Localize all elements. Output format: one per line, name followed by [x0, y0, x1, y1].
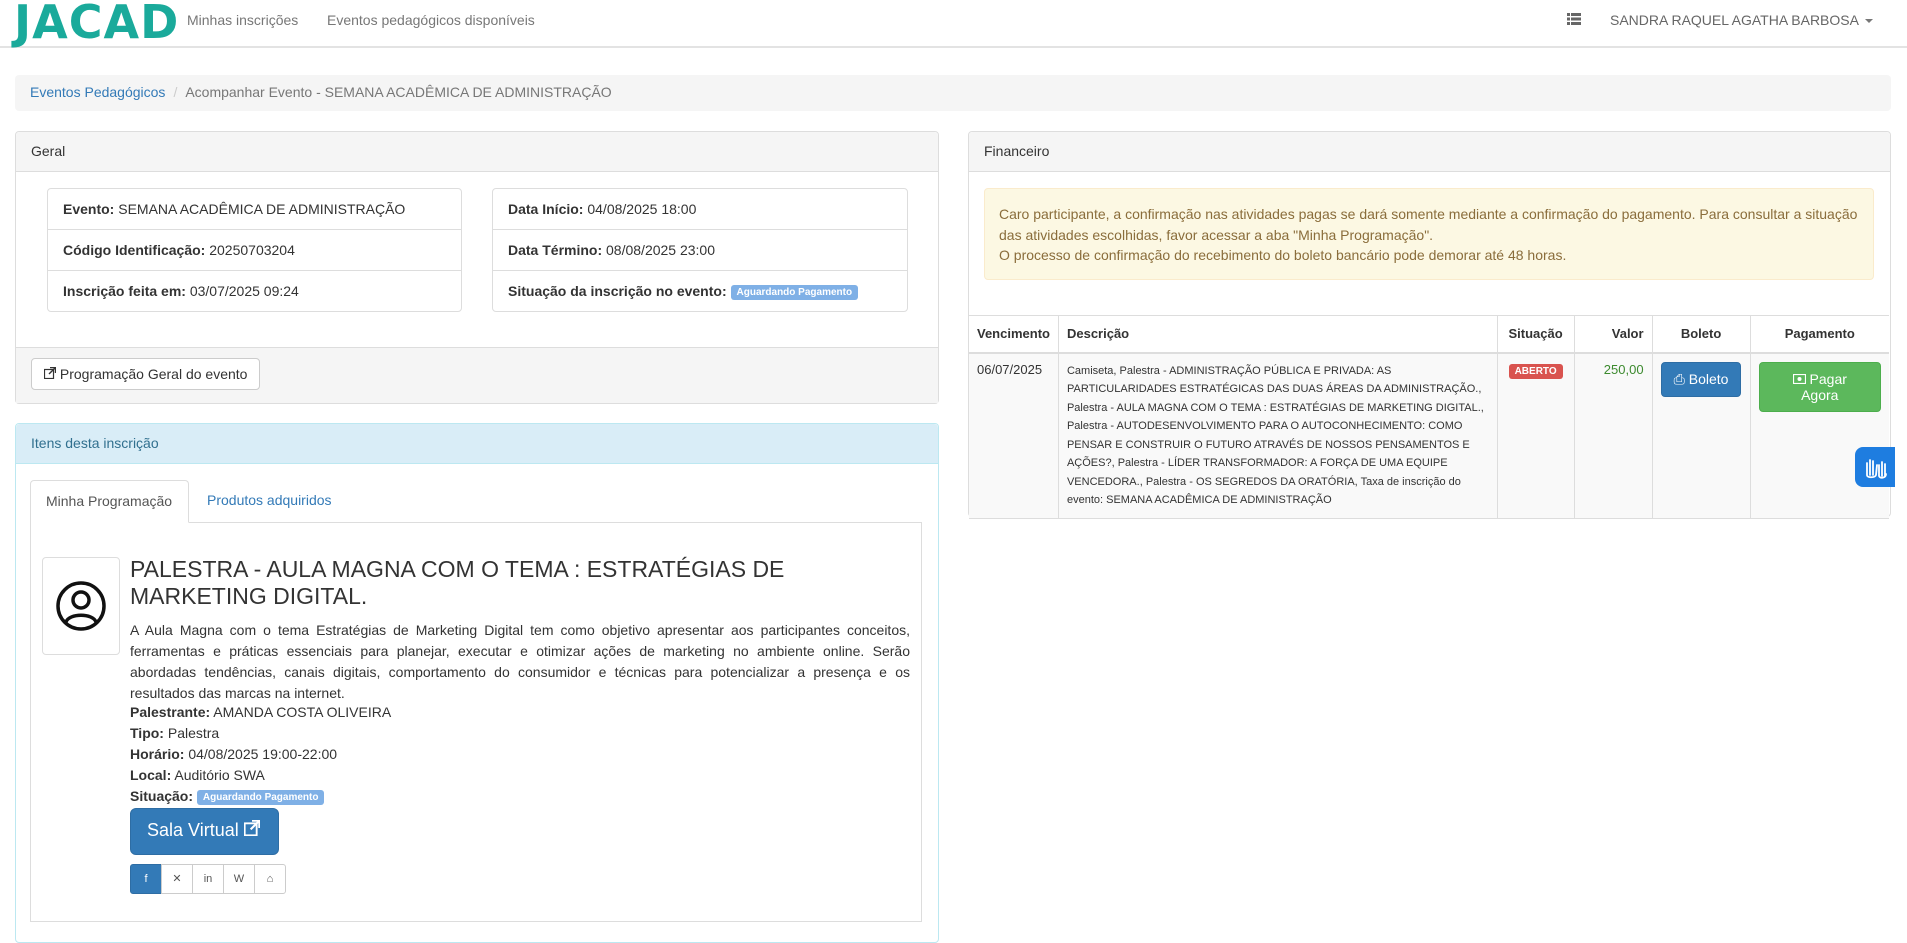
nav-minhas-inscricoes[interactable]: Minhas inscrições: [187, 12, 298, 28]
boleto-button[interactable]: ⎙ Boleto: [1660, 361, 1742, 397]
activity-schedule: Horário: 04/08/2025 19:00-22:00: [130, 746, 337, 762]
x-icon[interactable]: ✕: [161, 864, 193, 894]
registration-date-row: Inscrição feita em: 03/07/2025 09:24: [48, 271, 461, 312]
col-situacao: Situação: [1496, 315, 1575, 354]
event-name-label: Evento:: [63, 201, 115, 217]
cell-situacao: ABERTO: [1496, 352, 1575, 519]
event-info-list: Evento: SEMANA ACADÊMICA DE ADMINISTRAÇÃ…: [47, 188, 462, 312]
tab-produtos-adquiridos[interactable]: Produtos adquiridos: [192, 480, 347, 522]
type-label: Tipo:: [130, 725, 164, 741]
geral-heading: Geral: [16, 132, 938, 172]
jacad-logo[interactable]: JACAD: [14, 0, 179, 45]
col-descricao: Descrição: [1057, 315, 1498, 354]
registration-status-row: Situação da inscrição no evento: Aguarda…: [493, 271, 907, 312]
institution-icon[interactable]: ⌂: [254, 864, 286, 894]
alert-line-2: O processo de confirmação do recebimento…: [999, 247, 1567, 263]
programacao-geral-label: Programação Geral do evento: [59, 366, 248, 382]
itens-tabs: Minha Programação Produtos adquiridos: [30, 480, 922, 523]
cell-valor: 250,00: [1573, 352, 1653, 519]
activity-status-label: Situação:: [130, 788, 194, 804]
geral-footer: Programação Geral do evento: [16, 347, 938, 403]
print-icon: ⎙: [1673, 370, 1685, 387]
breadcrumb-current: Acompanhar Evento - SEMANA ACADÊMICA DE …: [185, 84, 612, 100]
activity-speaker: Palestrante: AMANDA COSTA OLIVEIRA: [130, 704, 391, 720]
financeiro-heading: Financeiro: [969, 132, 1890, 172]
type-value: Palestra: [167, 725, 220, 741]
event-name-row: Evento: SEMANA ACADÊMICA DE ADMINISTRAÇÃ…: [48, 189, 461, 230]
cell-vencimento: 06/07/2025: [969, 352, 1059, 519]
schedule-label: Horário:: [130, 746, 185, 762]
col-valor: Valor: [1573, 315, 1653, 354]
location-value: Auditório SWA: [174, 767, 265, 783]
external-link-icon: [43, 366, 57, 382]
col-vencimento: Vencimento: [969, 315, 1059, 354]
wordpress-icon[interactable]: W: [223, 864, 255, 894]
start-date-label: Data Início:: [508, 201, 584, 217]
linkedin-icon[interactable]: in: [192, 864, 224, 894]
breadcrumb-separator: /: [173, 84, 178, 100]
tab-minha-programacao[interactable]: Minha Programação: [30, 480, 189, 523]
cell-descricao: Camiseta, Palestra - ADMINISTRAÇÃO PÚBLI…: [1057, 352, 1498, 519]
external-link-icon: [243, 819, 261, 840]
activity-type: Tipo: Palestra: [130, 725, 219, 741]
user-circle-icon: [43, 581, 119, 657]
pagar-agora-label: Pagar Agora: [1801, 370, 1847, 403]
event-name-value: SEMANA ACADÊMICA DE ADMINISTRAÇÃO: [118, 201, 406, 217]
programacao-geral-button[interactable]: Programação Geral do evento: [31, 358, 261, 390]
chevron-down-icon: [1864, 19, 1873, 24]
money-icon: [1792, 371, 1806, 387]
end-date-value: 08/08/2025 23:00: [606, 242, 716, 258]
user-name: SANDRA RAQUEL AGATHA BARBOSA: [1610, 12, 1859, 28]
end-date-label: Data Término:: [508, 242, 603, 258]
financeiro-table: Vencimento Descrição Situação Valor Bole…: [969, 315, 1889, 519]
event-code-value: 20250703204: [209, 242, 295, 258]
table-row: 06/07/2025 Camiseta, Palestra - ADMINIST…: [969, 352, 1889, 519]
registration-status-label: Situação da inscrição no evento:: [508, 283, 727, 299]
nav-eventos-disponiveis[interactable]: Eventos pedagógicos disponíveis: [327, 12, 535, 28]
speaker-label: Palestrante:: [130, 704, 211, 720]
geral-panel: Geral Evento: SEMANA ACADÊMICA DE ADMINI…: [15, 131, 939, 404]
list-icon[interactable]: [1567, 12, 1581, 29]
registration-date-label: Inscrição feita em:: [63, 283, 186, 299]
sala-virtual-button[interactable]: Sala Virtual: [130, 808, 279, 855]
start-date-value: 04/08/2025 18:00: [587, 201, 697, 217]
activity-thumbnail: [42, 557, 120, 655]
top-navbar: JACAD Minhas inscrições Eventos pedagógi…: [0, 0, 1907, 48]
accessibility-widget[interactable]: [1855, 447, 1895, 487]
activity-description: A Aula Magna com o tema Estratégias de M…: [130, 622, 910, 701]
activity-status-badge: Aguardando Pagamento: [196, 789, 325, 805]
speaker-value: AMANDA COSTA OLIVEIRA: [213, 704, 392, 720]
col-pagamento: Pagamento: [1749, 315, 1889, 354]
sala-virtual-label: Sala Virtual: [147, 820, 239, 840]
registration-date-value: 03/07/2025 09:24: [189, 283, 299, 299]
alert-line-1: Caro participante, a confirmação nas ati…: [999, 206, 1858, 243]
event-code-row: Código Identificação: 20250703204: [48, 230, 461, 271]
activity-location: Local: Auditório SWA: [130, 767, 265, 783]
status-badge: Aguardando Pagamento: [730, 284, 859, 300]
activity-status: Situação: Aguardando Pagamento: [130, 788, 325, 805]
payment-alert: Caro participante, a confirmação nas ati…: [984, 188, 1874, 280]
table-header-row: Vencimento Descrição Situação Valor Bole…: [969, 315, 1889, 354]
itens-heading: Itens desta inscrição: [16, 424, 938, 464]
event-code-label: Código Identificação:: [63, 242, 206, 258]
boleto-label: Boleto: [1688, 370, 1729, 387]
event-dates-list: Data Início: 04/08/2025 18:00 Data Térmi…: [492, 188, 908, 312]
pagar-agora-button[interactable]: Pagar Agora: [1758, 361, 1881, 412]
activity-title: PALESTRA - AULA MAGNA COM O TEMA : ESTRA…: [130, 556, 785, 609]
situacao-badge: ABERTO: [1508, 363, 1563, 379]
breadcrumb: Eventos Pedagógicos / Acompanhar Evento - …: [15, 75, 1891, 111]
schedule-value: 04/08/2025 19:00-22:00: [188, 746, 338, 762]
cell-boleto: ⎙ Boleto: [1651, 352, 1751, 519]
facebook-icon[interactable]: f: [130, 864, 162, 894]
end-date-row: Data Término: 08/08/2025 23:00: [493, 230, 907, 271]
col-boleto: Boleto: [1651, 315, 1751, 354]
location-label: Local:: [130, 767, 172, 783]
cell-pagamento: Pagar Agora: [1749, 352, 1889, 519]
user-menu[interactable]: SANDRA RAQUEL AGATHA BARBOSA: [1610, 12, 1873, 28]
start-date-row: Data Início: 04/08/2025 18:00: [493, 189, 907, 230]
sign-language-hands-icon: [1855, 459, 1895, 490]
breadcrumb-link-eventos[interactable]: Eventos Pedagógicos: [30, 84, 165, 100]
